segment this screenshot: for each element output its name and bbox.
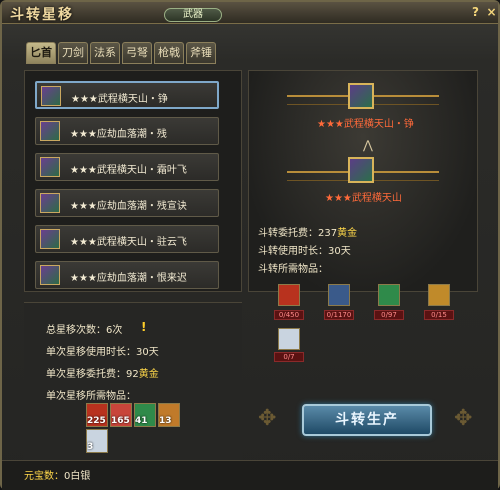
window-title: 斗转星移 [10, 7, 74, 23]
recipe-item[interactable]: ★★★武程横天山・驻云飞 [35, 225, 219, 253]
dozhuan-materials-label: 斗转所需物品： [258, 264, 328, 275]
total-count: 总星移次数：6次 [46, 325, 123, 336]
exclamation-icon[interactable]: ! [141, 320, 146, 334]
tab-axe[interactable]: 斧锤 [186, 42, 216, 64]
dozhuan-xingyi-window: 斗转星移 武器 ? × 匕首 刀剑 法系 弓弩 枪戟 斧锤 ★★★武程横天山・铮… [0, 0, 500, 490]
xingyi-stats: 总星移次数：6次 ! 单次星移使用时长：30天 单次星移委托费：92黄金 单次星… [24, 302, 242, 460]
materials-label: 单次星移所需物品： [46, 391, 136, 402]
red-gem-icon[interactable]: 225 [86, 403, 108, 427]
dozhuan-fee: 斗转委托费：237黄金 [258, 228, 358, 239]
recipe-item[interactable]: ★★★应劫血落潮・恨来迟 [35, 261, 219, 289]
red-gem-icon[interactable] [278, 284, 300, 306]
yuanbao-count: 元宝数：0白银 [24, 471, 91, 482]
target-weapon-icon[interactable] [348, 83, 374, 109]
weapon-icon [40, 229, 60, 249]
white-feather-icon[interactable]: 3 [86, 429, 108, 453]
weapon-icon [40, 121, 60, 141]
gold-scroll-icon[interactable] [428, 284, 450, 306]
required-count: 0/7 [274, 352, 304, 362]
dozhuan-time: 斗转使用时长：30天 [258, 246, 351, 257]
tab-magic[interactable]: 法系 [90, 42, 120, 64]
blue-orb-icon[interactable] [328, 284, 350, 306]
required-count: 0/15 [424, 310, 454, 320]
tab-dagger[interactable]: 匕首 [26, 42, 56, 64]
green-crystal-icon[interactable]: 41 [134, 403, 156, 427]
target-weapon-name: ★★★武程横天山・铮 [317, 119, 414, 130]
source-weapon-name: ★★★武程横天山 [325, 193, 402, 204]
weapon-icon [40, 193, 60, 213]
produce-button[interactable]: 斗转生产 [302, 404, 432, 436]
footer-bar: 元宝数：0白银 [2, 460, 498, 490]
recipe-item[interactable]: ★★★武程横天山・霜叶飞 [35, 153, 219, 181]
single-fee: 单次星移委托费：92黄金 [46, 369, 159, 380]
recipe-name: ★★★应劫血落潮・残 [70, 129, 167, 140]
recipe-name: ★★★应劫血落潮・残宣诀 [70, 201, 187, 212]
tab-polearm[interactable]: 枪戟 [154, 42, 184, 64]
single-time: 单次星移使用时长：30天 [46, 347, 159, 358]
white-feather-icon[interactable] [278, 328, 300, 350]
recipe-item[interactable]: ★★★应劫血落潮・残 [35, 117, 219, 145]
ornament-wing-icon [369, 171, 439, 181]
required-count: 0/97 [374, 310, 404, 320]
recipe-name: ★★★武程横天山・驻云飞 [70, 237, 187, 248]
title-bar: 斗转星移 武器 ? × [2, 2, 498, 24]
required-count: 0/450 [274, 310, 304, 320]
weapon-icon [41, 86, 61, 106]
recipe-list: ★★★武程横天山・铮 ★★★应劫血落潮・残 ★★★武程横天山・霜叶飞 ★★★应劫… [24, 70, 242, 292]
recipe-name: ★★★武程横天山・铮 [71, 94, 168, 105]
close-button[interactable]: × [484, 5, 499, 20]
tab-bow[interactable]: 弓弩 [122, 42, 152, 64]
dozhuan-stats: 斗转委托费：237黄金 斗转使用时长：30天 斗转所需物品： 0/450 0/1… [248, 206, 478, 388]
ornament-wing-icon [369, 95, 439, 105]
green-crystal-icon[interactable] [378, 284, 400, 306]
weapon-icon [40, 265, 60, 285]
cloud-ornament-icon: ✥ [258, 406, 277, 431]
weapon-category-label[interactable]: 武器 [164, 8, 222, 22]
weapon-icon [40, 157, 60, 177]
arrow-up-icon: ⋀ [363, 138, 373, 152]
recipe-item[interactable]: ★★★应劫血落潮・残宣诀 [35, 189, 219, 217]
ornament-wing-icon [287, 95, 357, 105]
red-orb-icon[interactable]: 165 [110, 403, 132, 427]
source-weapon-icon[interactable] [348, 157, 374, 183]
tab-sword[interactable]: 刀剑 [58, 42, 88, 64]
ornament-wing-icon [287, 171, 357, 181]
cloud-ornament-icon: ✥ [454, 406, 473, 431]
recipe-name: ★★★应劫血落潮・恨来迟 [70, 273, 187, 284]
orange-scroll-icon[interactable]: 13 [158, 403, 180, 427]
recipe-name: ★★★武程横天山・霜叶飞 [70, 165, 187, 176]
recipe-item[interactable]: ★★★武程横天山・铮 [35, 81, 219, 109]
required-count: 0/1170 [324, 310, 354, 320]
help-button[interactable]: ? [468, 5, 483, 20]
